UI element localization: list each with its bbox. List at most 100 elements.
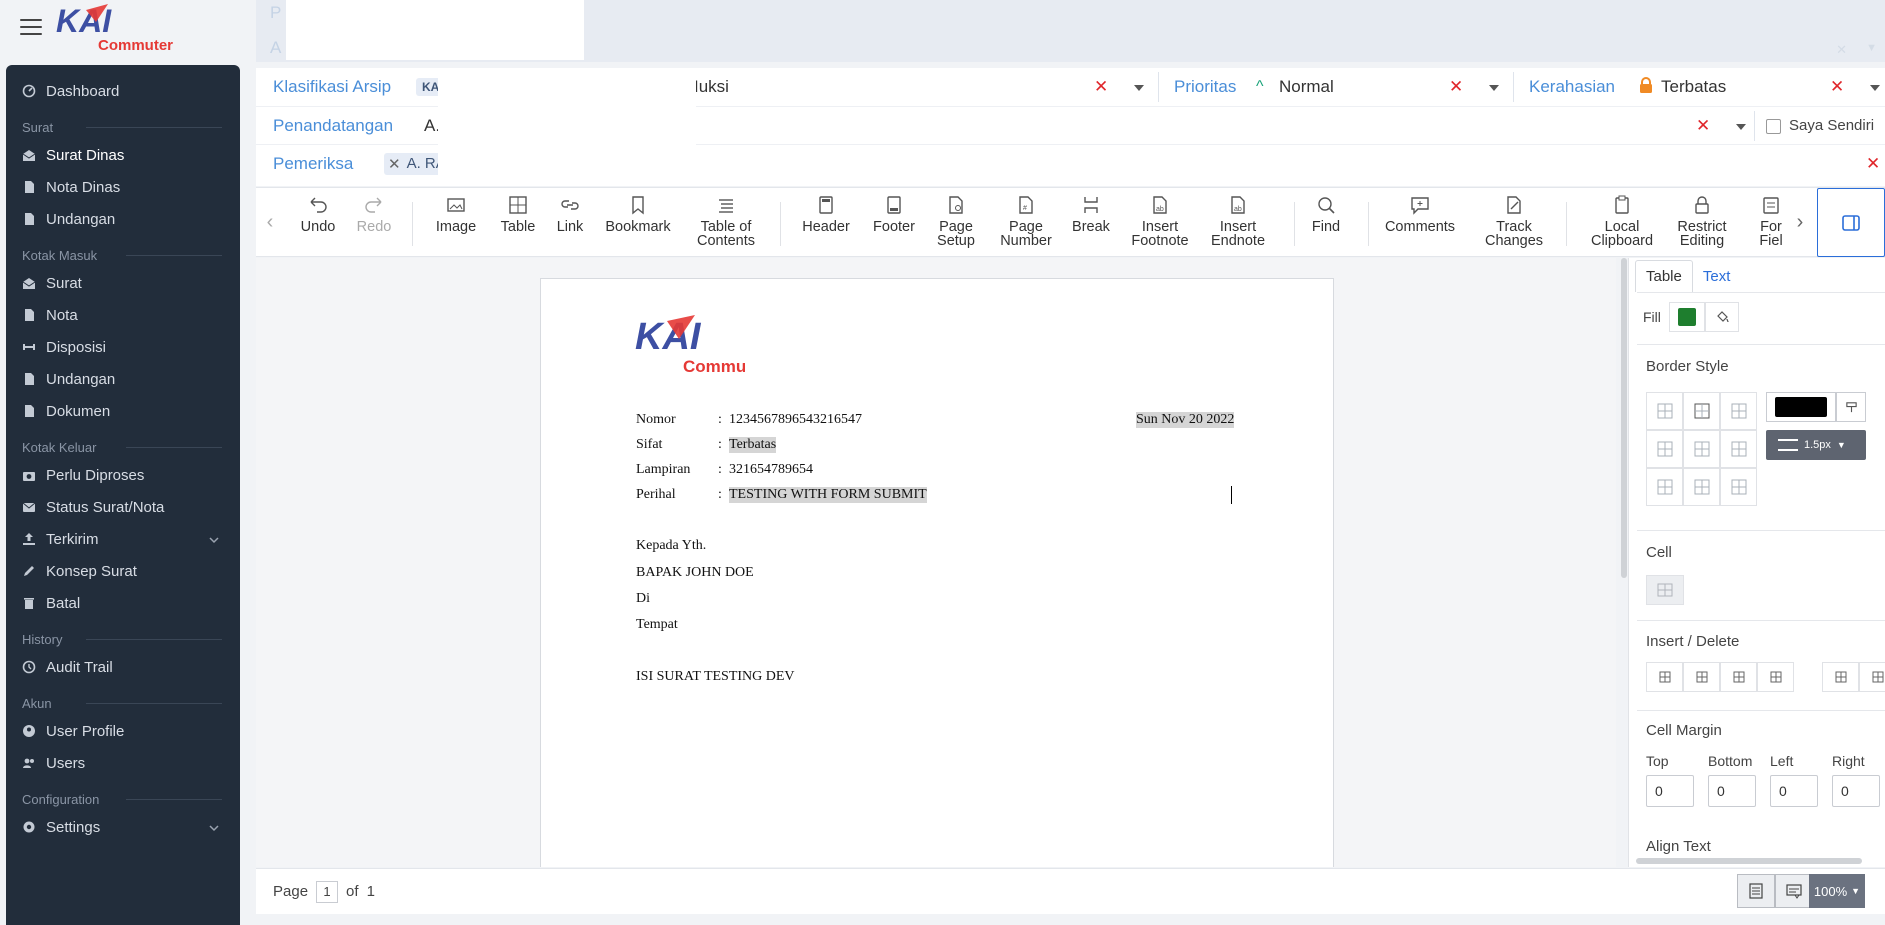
sidebar-item-audit-trail[interactable]: Audit Trail xyxy=(6,651,240,683)
table-insert-icon xyxy=(1835,671,1846,683)
redo-button[interactable]: Redo xyxy=(344,194,404,234)
table-button[interactable]: Table xyxy=(488,194,548,234)
sidebar-item-undangan[interactable]: Undangan xyxy=(6,203,240,235)
sidebar-item-surat-dinas[interactable]: Surat Dinas xyxy=(6,139,240,171)
sidebar-item-undangan[interactable]: Undangan xyxy=(6,363,240,395)
svg-text:Commuter: Commuter xyxy=(683,357,745,376)
sidebar-item-nota-dinas[interactable]: Nota Dinas xyxy=(6,171,240,203)
border-style-option[interactable] xyxy=(1683,392,1720,430)
pemeriksa-clear-icon[interactable]: ✕ xyxy=(1866,154,1880,174)
prioritas-value[interactable]: Normal xyxy=(1279,77,1334,97)
comments-button[interactable]: Comments xyxy=(1385,194,1455,234)
border-style-option[interactable] xyxy=(1646,468,1683,506)
toolbar-separator xyxy=(1566,202,1567,246)
insert-delete-option[interactable] xyxy=(1683,662,1720,692)
toolbar-scroll-left-icon[interactable]: ‹ xyxy=(256,188,284,257)
border-style-option[interactable] xyxy=(1683,430,1720,468)
bookmark-button[interactable]: Bookmark xyxy=(605,194,671,234)
tab-text[interactable]: Text xyxy=(1693,260,1741,292)
klasifikasi-clear-icon[interactable]: ✕ xyxy=(1094,77,1108,97)
border-style-option[interactable] xyxy=(1720,392,1757,430)
sidebar-item-users[interactable]: Users xyxy=(6,747,240,779)
track-changes-button[interactable]: Track Changes xyxy=(1484,194,1544,248)
self-sign-label[interactable]: Saya Sendiri xyxy=(1789,117,1874,134)
fill-bucket-button[interactable] xyxy=(1705,302,1739,332)
sidebar-item-dokumen[interactable]: Dokumen xyxy=(6,395,240,427)
insert-delete-option[interactable] xyxy=(1757,662,1794,692)
header-button[interactable]: Header xyxy=(796,194,856,234)
self-sign-checkbox[interactable] xyxy=(1766,119,1781,134)
fill-color-button[interactable] xyxy=(1669,302,1705,332)
chevron-down-icon[interactable] xyxy=(208,533,220,545)
cell-alignment-button[interactable] xyxy=(1646,575,1684,605)
border-width-dropdown[interactable]: 1.5px ▼ xyxy=(1766,430,1866,460)
for-fiel-button[interactable]: For Fiel xyxy=(1741,194,1801,248)
tag-remove-icon[interactable]: ✕ xyxy=(388,155,401,173)
kerahasian-clear-icon[interactable]: ✕ xyxy=(1830,77,1844,97)
chevron-down-icon[interactable] xyxy=(208,821,220,833)
border-color-dropdown-button[interactable] xyxy=(1836,392,1866,422)
sidebar-item-disposisi[interactable]: Disposisi xyxy=(6,331,240,363)
prioritas-dropdown-icon[interactable] xyxy=(1489,85,1499,91)
border-style-option[interactable] xyxy=(1646,392,1683,430)
page-number-input[interactable]: 1 xyxy=(316,880,339,903)
undo-button[interactable]: Undo xyxy=(288,194,348,234)
sidebar-item-dashboard[interactable]: Dashboard xyxy=(6,75,240,107)
sidebar-item-user-profile[interactable]: User Profile xyxy=(6,715,240,747)
find-button[interactable]: Find xyxy=(1296,194,1356,234)
web-layout-button[interactable] xyxy=(1775,874,1813,908)
sidebar-item-status-surat-nota[interactable]: Status Surat/Nota xyxy=(6,491,240,523)
properties-pane-toggle-button[interactable] xyxy=(1817,188,1885,257)
border-color-button[interactable] xyxy=(1766,392,1836,422)
image-button[interactable]: Image xyxy=(426,194,486,234)
page-setup-button[interactable]: Page Setup xyxy=(926,194,986,248)
kai-commuter-logo[interactable]: KAI Commuter xyxy=(56,2,176,52)
sidebar-item-batal[interactable]: Batal xyxy=(6,587,240,619)
insert-footnote-button[interactable]: ab Insert Footnote xyxy=(1130,194,1190,248)
insert-delete-option[interactable] xyxy=(1646,662,1683,692)
klasifikasi-value[interactable]: Iuksi xyxy=(694,77,729,97)
lock-icon xyxy=(1691,194,1713,216)
prioritas-clear-icon[interactable]: ✕ xyxy=(1449,77,1463,97)
border-style-option[interactable] xyxy=(1720,430,1757,468)
margin-right-input[interactable]: 0 xyxy=(1832,775,1880,807)
sidebar-item-surat[interactable]: Surat xyxy=(6,267,240,299)
penandatangan-dropdown-icon[interactable] xyxy=(1736,124,1746,130)
insert-delete-option[interactable] xyxy=(1859,662,1885,692)
penandatangan-clear-icon[interactable]: ✕ xyxy=(1696,116,1710,136)
sidebar-item-nota[interactable]: Nota xyxy=(6,299,240,331)
insert-delete-option[interactable] xyxy=(1720,662,1757,692)
table-of-contents-button[interactable]: Table of Contents xyxy=(696,194,756,248)
dropdown-overlay xyxy=(438,68,696,186)
sidebar-item-terkirim[interactable]: Terkirim xyxy=(6,523,240,555)
document-page[interactable]: KAI Commuter Nomor : 1234567896543216547… xyxy=(540,278,1334,867)
insert-delete-option[interactable] xyxy=(1822,662,1859,692)
document-vertical-scrollbar[interactable] xyxy=(1621,258,1627,578)
border-style-option[interactable] xyxy=(1720,468,1757,506)
local-clipboard-button[interactable]: Local Clipboard xyxy=(1591,194,1653,248)
page-number-button[interactable]: # Page Number xyxy=(996,194,1056,248)
border-style-option[interactable] xyxy=(1646,430,1683,468)
sidebar-item-perlu-diproses[interactable]: Perlu Diproses xyxy=(6,459,240,491)
break-button[interactable]: Break xyxy=(1061,194,1121,234)
margin-left-input[interactable]: 0 xyxy=(1770,775,1818,807)
border-style-option[interactable] xyxy=(1683,468,1720,506)
margin-bottom-input[interactable]: 0 xyxy=(1708,775,1756,807)
sifat-value: Terbatas xyxy=(729,437,777,453)
zoom-dropdown[interactable]: 100% ▼ xyxy=(1809,874,1865,908)
footer-button[interactable]: Footer xyxy=(864,194,924,234)
link-button[interactable]: Link xyxy=(540,194,600,234)
insert-endnote-button[interactable]: ab Insert Endnote xyxy=(1208,194,1268,248)
kerahasian-value[interactable]: Terbatas xyxy=(1661,77,1726,97)
document-canvas[interactable]: KAI Commuter Nomor : 1234567896543216547… xyxy=(256,258,1616,867)
panel-horizontal-scrollbar[interactable] xyxy=(1636,858,1862,864)
klasifikasi-dropdown-icon[interactable] xyxy=(1134,85,1144,91)
sidebar-item-konsep-surat[interactable]: Konsep Surat xyxy=(6,555,240,587)
kerahasian-dropdown-icon[interactable] xyxy=(1870,85,1880,91)
hamburger-menu-icon[interactable] xyxy=(20,19,42,35)
margin-top-input[interactable]: 0 xyxy=(1646,775,1694,807)
tab-table[interactable]: Table xyxy=(1635,260,1693,292)
restrict-editing-button[interactable]: Restrict Editing xyxy=(1672,194,1732,248)
sidebar-item-settings[interactable]: Settings xyxy=(6,811,240,843)
print-layout-button[interactable] xyxy=(1737,874,1775,908)
